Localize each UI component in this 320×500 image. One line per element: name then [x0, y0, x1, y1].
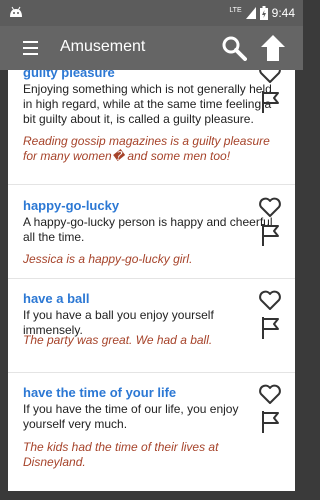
- definition-text: A happy-go-lucky person is happy and che…: [23, 215, 273, 244]
- heart-icon[interactable]: [258, 289, 282, 311]
- term-link[interactable]: happy-go-lucky: [23, 198, 119, 213]
- status-bar: LTE 9:44: [0, 0, 303, 26]
- app-bar: Amusement: [0, 26, 303, 70]
- battery-icon: [259, 6, 268, 20]
- list-item: guilty pleasure Enjoying something which…: [8, 70, 295, 185]
- example-text: The kids had the time of their lives at …: [23, 440, 219, 469]
- search-icon[interactable]: [221, 35, 247, 61]
- example-text: Jessica is a happy-go-lucky girl.: [23, 252, 193, 266]
- example-text: Reading gossip magazines is a guilty ple…: [23, 134, 270, 163]
- list-item: have a ball If you have a ball you enjoy…: [8, 278, 295, 373]
- network-label: LTE: [229, 6, 242, 14]
- page-title: Amusement: [60, 38, 146, 55]
- idiom-list: guilty pleasure Enjoying something which…: [8, 70, 295, 491]
- term-link[interactable]: guilty pleasure: [23, 70, 115, 80]
- term-link[interactable]: have the time of your life: [23, 385, 176, 400]
- heart-icon[interactable]: [258, 196, 282, 218]
- arrow-up-icon[interactable]: [259, 34, 287, 62]
- heart-icon[interactable]: [258, 70, 282, 84]
- term-link[interactable]: have a ball: [23, 291, 89, 306]
- example-text: The party was great. We had a ball.: [23, 333, 213, 347]
- bottom-edge: [0, 491, 303, 500]
- definition-text: If you have the time of our life, you en…: [23, 402, 239, 431]
- flag-icon[interactable]: [260, 410, 280, 434]
- heart-icon[interactable]: [258, 383, 282, 405]
- list-item: have the time of your life If you have t…: [8, 372, 295, 491]
- list-item: happy-go-lucky A happy-go-lucky person i…: [8, 184, 295, 279]
- flag-icon[interactable]: [260, 90, 280, 114]
- flag-icon[interactable]: [260, 316, 280, 340]
- flag-icon[interactable]: [260, 223, 280, 247]
- menu-icon[interactable]: [23, 41, 38, 55]
- signal-icon: [245, 7, 256, 19]
- android-icon: [10, 6, 22, 17]
- clock: 9:44: [271, 6, 295, 20]
- definition-text: Enjoying something which is not generall…: [23, 82, 272, 126]
